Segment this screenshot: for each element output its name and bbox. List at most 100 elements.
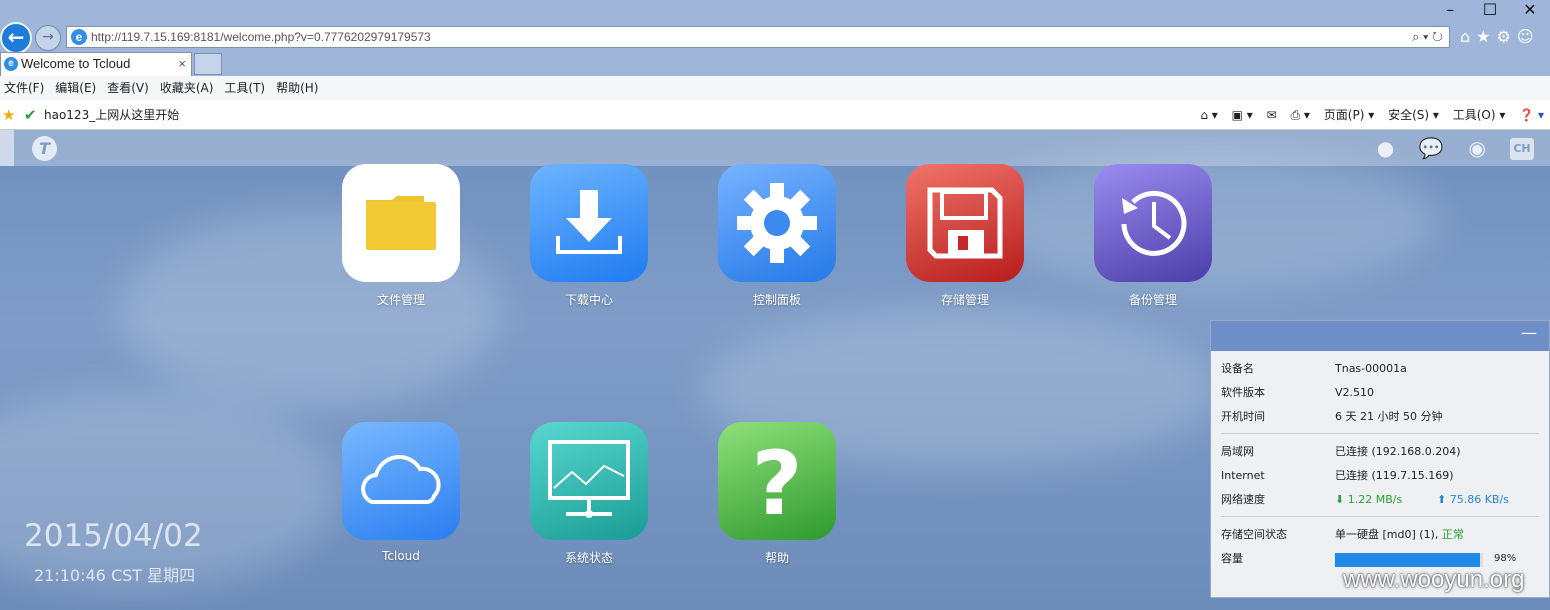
app-backup-manager[interactable]: 备份管理 bbox=[1093, 164, 1213, 308]
app-control-panel[interactable]: 控制面板 bbox=[717, 164, 837, 308]
user-icon[interactable]: ● bbox=[1373, 136, 1399, 160]
capacity-bar-fill bbox=[1335, 553, 1481, 567]
desktop-date: 2015/04/02 bbox=[24, 518, 203, 554]
capacity-bar bbox=[1335, 553, 1483, 567]
hao123-icon: ✔ bbox=[24, 106, 37, 124]
help-icon[interactable]: ❓ ▾ bbox=[1519, 108, 1544, 122]
search-refresh-icons[interactable]: ⌕ ▾ ↻ bbox=[1412, 27, 1443, 47]
tab-title: Welcome to Tcloud bbox=[21, 56, 131, 71]
tile bbox=[1094, 164, 1212, 282]
status-row-software: 软件版本 V2.510 bbox=[1211, 381, 1549, 405]
status-row-speed: 网络速度 ⬇ 1.22 MB/s ⬆ 75.86 KB/s bbox=[1211, 488, 1549, 512]
cloud-icon bbox=[361, 455, 441, 504]
status-value: 6 天 21 小时 50 分钟 bbox=[1335, 410, 1443, 423]
ie-icon: e bbox=[71, 29, 87, 45]
status-row-lan: 局域网 已连接 (192.168.0.204) bbox=[1211, 440, 1549, 464]
favorite-link[interactable]: hao123_上网从这里开始 bbox=[44, 100, 179, 130]
app-system-status[interactable]: 系统状态 bbox=[529, 422, 649, 566]
tcloud-top-bar: T ● 💬 ◉ CH bbox=[0, 130, 1550, 166]
maximize-icon[interactable]: ☐ bbox=[1470, 0, 1510, 19]
cmd-safety[interactable]: 安全(S) ▾ bbox=[1388, 108, 1439, 122]
tab-close-icon[interactable]: × bbox=[178, 53, 186, 75]
app-label: 系统状态 bbox=[564, 551, 613, 565]
tcloud-logo-icon[interactable]: T bbox=[32, 136, 57, 161]
status-label: Internet bbox=[1221, 469, 1265, 482]
menu-edit[interactable]: 编辑(E) bbox=[55, 76, 96, 100]
url-text: http://119.7.15.169:8181/welcome.php?v=0… bbox=[91, 30, 431, 44]
tile bbox=[530, 422, 648, 540]
menu-file[interactable]: 文件(F) bbox=[4, 76, 44, 100]
new-tab-button[interactable] bbox=[194, 53, 222, 75]
menu-favorites[interactable]: 收藏夹(A) bbox=[160, 76, 214, 100]
status-row-uptime: 开机时间 6 天 21 小时 50 分钟 bbox=[1211, 405, 1549, 429]
arrow-up-icon: ⬆ bbox=[1437, 493, 1450, 506]
gear-icon bbox=[737, 183, 817, 263]
app-label: Tcloud bbox=[382, 549, 420, 563]
mail-icon[interactable]: ✉ bbox=[1267, 108, 1277, 122]
menu-view[interactable]: 查看(V) bbox=[107, 76, 149, 100]
app-tcloud[interactable]: Tcloud bbox=[341, 422, 461, 563]
menu-help[interactable]: 帮助(H) bbox=[276, 76, 318, 100]
status-panel: — 设备名 Tnas-00001a 软件版本 V2.510 开机时间 6 天 21 小… bbox=[1210, 320, 1550, 598]
status-value: 已连接 (119.7.15.169) bbox=[1335, 469, 1454, 482]
menu-tools[interactable]: 工具(T) bbox=[224, 76, 265, 100]
app-file-manager[interactable]: 文件管理 bbox=[341, 164, 461, 308]
back-button[interactable]: ← bbox=[0, 22, 32, 54]
window-controls: – ☐ ✕ bbox=[1430, 0, 1550, 22]
close-icon[interactable]: ✕ bbox=[1510, 0, 1550, 19]
status-value: 已连接 (192.168.0.204) bbox=[1335, 445, 1461, 458]
status-row-device: 设备名 Tnas-00001a bbox=[1211, 357, 1549, 381]
desktop-time: 21:10:46 CST 星期四 bbox=[34, 566, 196, 585]
upload-speed: ⬆ 75.86 KB/s bbox=[1437, 488, 1509, 512]
language-button[interactable]: CH bbox=[1510, 138, 1534, 160]
app-label: 下载中心 bbox=[564, 293, 613, 307]
chat-icon[interactable]: 💬 bbox=[1418, 136, 1444, 160]
minimize-icon[interactable]: – bbox=[1430, 0, 1470, 19]
favorites-star-icon[interactable]: ★ bbox=[2, 100, 15, 130]
status-label: 开机时间 bbox=[1221, 410, 1265, 423]
question-mark-icon: ? bbox=[751, 432, 802, 535]
tile bbox=[718, 164, 836, 282]
minimize-panel-icon[interactable]: — bbox=[1521, 323, 1537, 342]
storage-state: 正常 bbox=[1441, 528, 1464, 541]
floppy-disk-icon bbox=[927, 187, 1003, 259]
forward-button[interactable]: → bbox=[35, 25, 61, 51]
print-icon[interactable]: ⎙ ▾ bbox=[1291, 108, 1310, 122]
status-panel-header: — bbox=[1211, 321, 1549, 351]
tile: ? bbox=[718, 422, 836, 540]
feeds-icon[interactable]: ▣ ▾ bbox=[1232, 108, 1253, 122]
status-label: 网络速度 bbox=[1221, 493, 1265, 506]
compass-icon[interactable]: ◉ bbox=[1464, 136, 1490, 160]
app-label: 帮助 bbox=[764, 551, 789, 565]
home-favorites-settings-icons[interactable]: ⌂★⚙☺ bbox=[1460, 27, 1540, 46]
tile bbox=[530, 164, 648, 282]
top-bar-accent bbox=[0, 130, 14, 166]
svg-text:?: ? bbox=[751, 432, 802, 535]
address-bar[interactable]: e http://119.7.15.169:8181/welcome.php?v… bbox=[66, 26, 1450, 48]
tab-bar: e Welcome to Tcloud × bbox=[0, 52, 1550, 76]
download-icon bbox=[556, 190, 622, 254]
ie-tab-icon: e bbox=[4, 57, 18, 71]
arrow-down-icon: ⬇ bbox=[1335, 493, 1348, 506]
top-bar-actions: ● 💬 ◉ CH bbox=[1357, 136, 1534, 160]
watermark: www.wooyun.org bbox=[1343, 566, 1525, 593]
status-row-storage: 存储空间状态 单一硬盘 [md0] (1), 正常 bbox=[1211, 523, 1549, 547]
tile bbox=[342, 164, 460, 282]
sky-cloud bbox=[0, 390, 340, 590]
app-storage-manager[interactable]: 存储管理 bbox=[905, 164, 1025, 308]
tab-welcome[interactable]: e Welcome to Tcloud × bbox=[0, 52, 192, 76]
status-label: 软件版本 bbox=[1221, 386, 1265, 399]
status-value: V2.510 bbox=[1335, 386, 1375, 399]
tcloud-desktop: T ● 💬 ◉ CH 文件管理 下载中心 控制面板 存储管理 备份管理 Tclo… bbox=[0, 130, 1550, 610]
divider bbox=[1221, 433, 1539, 434]
cmd-page[interactable]: 页面(P) ▾ bbox=[1324, 108, 1374, 122]
download-speed: ⬇ 1.22 MB/s bbox=[1335, 488, 1402, 512]
app-download-center[interactable]: 下载中心 bbox=[529, 164, 649, 308]
home-icon[interactable]: ⌂ ▾ bbox=[1200, 108, 1217, 122]
status-label: 容量 bbox=[1221, 552, 1243, 565]
folder-icon bbox=[366, 196, 436, 250]
app-label: 文件管理 bbox=[376, 293, 425, 307]
cmd-tools[interactable]: 工具(O) ▾ bbox=[1453, 108, 1506, 122]
status-label: 存储空间状态 bbox=[1221, 528, 1287, 541]
app-help[interactable]: ? 帮助 bbox=[717, 422, 837, 566]
